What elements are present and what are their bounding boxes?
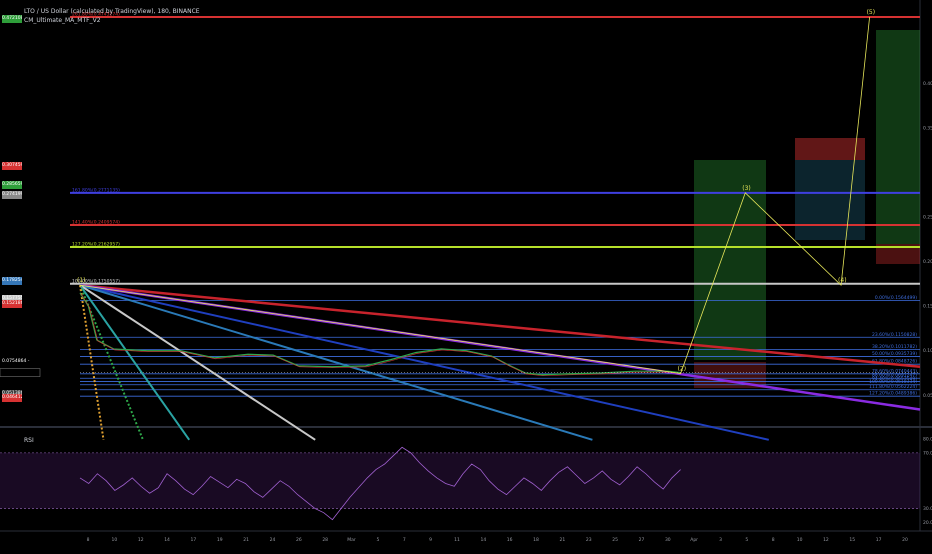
price-badge: 0.2741995 xyxy=(2,191,22,200)
time-axis-tick: 11 xyxy=(454,537,460,543)
price-badge: 0.1521864 xyxy=(2,300,22,309)
time-axis-tick: 19 xyxy=(217,537,223,543)
time-axis-tick: 7 xyxy=(403,537,406,543)
current-price-label: 0.0754864 - xyxy=(2,359,30,364)
wave-label: (4) xyxy=(838,277,847,284)
indicator-title: CM_Ultimate_MA_MTF_V2 xyxy=(24,17,101,24)
time-axis-tick: 8 xyxy=(87,537,90,543)
rsi-band-fill xyxy=(0,452,920,509)
time-axis-tick: 10 xyxy=(111,537,117,543)
chart-canvas[interactable]: 0.4000000 0.3500000 0.2500000 0.2000000 0.15… xyxy=(0,0,932,550)
price-badge: 0.1782549 xyxy=(2,276,22,285)
time-axis-tick: 30 xyxy=(665,537,671,543)
time-axis-tick: 10 xyxy=(797,537,803,543)
time-axis-tick: Mar xyxy=(347,537,356,543)
rsi-axis-tick: 70.00 xyxy=(923,450,932,456)
fib-level-label: 161.80%(0.2771135) xyxy=(72,187,120,193)
current-price-box xyxy=(0,368,41,377)
time-axis-tick: 23 xyxy=(586,537,592,543)
price-axis-tick: 0.1500000 xyxy=(923,304,932,310)
time-axis-tick: 16 xyxy=(507,537,513,543)
rsi-axis-tick: 80.00 xyxy=(923,436,932,442)
fib-level-label: 50.00%(0.0935739) xyxy=(872,351,917,357)
fib-level-label: 127.20%(0.2162957) xyxy=(72,242,120,248)
time-axis-tick: 21 xyxy=(560,537,566,543)
time-axis-tick: 26 xyxy=(296,537,302,543)
time-axis-tick: 14 xyxy=(480,537,486,543)
fib-level-label: 141.40%(0.2409574) xyxy=(72,220,120,226)
price-badge: 0.0464122 xyxy=(2,394,22,403)
time-axis-tick: 28 xyxy=(322,537,328,543)
time-axis-tick: 14 xyxy=(164,537,170,543)
time-axis-tick: Apr xyxy=(690,537,698,543)
wave-label: (5) xyxy=(867,9,876,16)
symbol-title: LTO / US Dollar (calculated by TradingVi… xyxy=(24,8,200,15)
time-axis-tick: 5 xyxy=(376,537,379,543)
time-axis-tick: 27 xyxy=(639,537,645,543)
time-axis-tick: 20 xyxy=(902,537,908,543)
price-badge: 0.3074595 xyxy=(2,161,22,170)
fib-level-label: 0.00%(0.1564499) xyxy=(875,295,917,301)
time-axis-tick: 15 xyxy=(849,537,855,543)
rsi-title: RSI xyxy=(24,437,34,444)
rsi-axis-tick: 30.00 xyxy=(923,506,932,512)
time-axis-tick: 12 xyxy=(823,537,829,543)
time-axis-tick: 17 xyxy=(876,537,882,543)
time-axis-tick: 18 xyxy=(533,537,539,543)
time-axis-tick: 8 xyxy=(772,537,775,543)
time-axis-tick: 5 xyxy=(745,537,748,543)
time-axis-tick: 12 xyxy=(138,537,144,543)
price-axis-tick: 0.2000000 xyxy=(923,259,932,265)
price-axis-tick: 0.2500000 xyxy=(923,215,932,221)
time-axis-tick: 25 xyxy=(612,537,618,543)
fib-level-label: 127.20%(0.0489386) xyxy=(869,391,917,397)
fib-level-label: 23.60%(0.1150828) xyxy=(872,332,917,338)
target-zone-green-3 xyxy=(876,30,920,244)
target-zone-green-1 xyxy=(694,160,766,360)
rsi-axis-tick: 20.00 xyxy=(923,520,932,526)
fib-level-label: 111.80%(0.0562224) xyxy=(869,384,917,390)
time-axis-tick: 3 xyxy=(719,537,722,543)
target-zone-teal-2 xyxy=(795,160,865,240)
trading-chart[interactable]: 0.4000000 0.3500000 0.2500000 0.2000000 0.15… xyxy=(0,0,932,550)
time-axis-tick: 24 xyxy=(270,537,276,543)
price-axis-tick: 0.1000000 xyxy=(923,348,932,354)
price-badge: 0.4721083 xyxy=(2,15,22,24)
price-badge: 0.2856595 xyxy=(2,181,22,190)
price-axis-tick: 0.3500000 xyxy=(923,125,932,131)
wave-label: (2) xyxy=(678,366,687,373)
price-axis-tick: 0.4000000 xyxy=(923,81,932,87)
fib-level-label: 38.20%(0.1011782) xyxy=(872,344,917,350)
wave-label: (3) xyxy=(742,185,751,192)
price-axis-tick: 0.0500000 xyxy=(923,393,932,399)
time-axis-tick: 9 xyxy=(429,537,432,543)
time-axis-tick: 21 xyxy=(243,537,249,543)
wave-label: (1) xyxy=(77,277,86,284)
time-axis-tick: 17 xyxy=(191,537,197,543)
